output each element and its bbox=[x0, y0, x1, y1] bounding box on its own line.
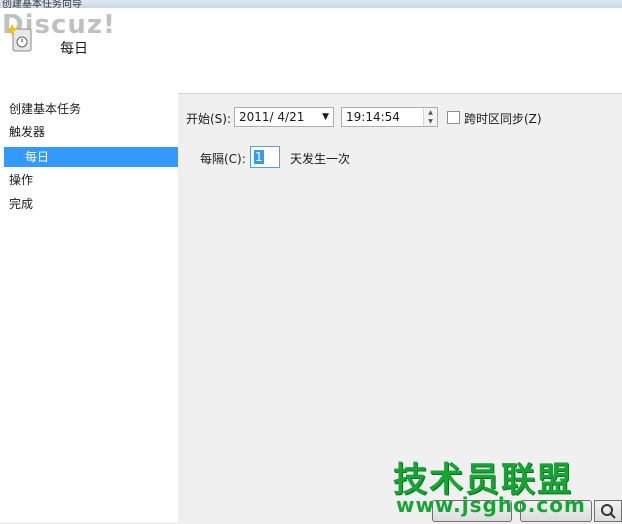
nav-item-daily[interactable]: 每日 bbox=[4, 147, 178, 167]
recur-suffix: 天发生一次 bbox=[290, 152, 351, 166]
start-date-picker[interactable]: 2011/ 4/21 ▼ bbox=[234, 107, 334, 127]
nav-item-trigger[interactable]: 触发器 bbox=[9, 122, 45, 142]
start-label: 开始(S): bbox=[186, 112, 232, 126]
time-spinner[interactable]: ▲ ▼ bbox=[423, 108, 437, 126]
chevron-down-icon[interactable]: ▼ bbox=[322, 108, 329, 126]
sync-timezone-checkbox[interactable] bbox=[447, 111, 460, 124]
task-scheduler-icon bbox=[6, 24, 32, 52]
nav-item-create-basic-task[interactable]: 创建基本任务 bbox=[9, 99, 81, 119]
start-time-input[interactable]: 19:14:54 ▲ ▼ bbox=[341, 107, 438, 127]
nav-item-daily-label: 每日 bbox=[25, 150, 50, 164]
search-icon[interactable] bbox=[594, 500, 622, 522]
start-time-value: 19:14:54 bbox=[346, 110, 400, 124]
wizard-header: Discuz! 每日 bbox=[0, 8, 622, 94]
nav-item-action[interactable]: 操作 bbox=[9, 170, 33, 190]
sync-timezone-label: 跨时区同步(Z) bbox=[464, 112, 542, 126]
site-watermark-url: www.jsgho.com bbox=[396, 493, 586, 517]
wizard-nav: 创建基本任务 触发器 每日 操作 完成 bbox=[4, 93, 178, 522]
window-titlebar: 创建基本任务向导 bbox=[0, 0, 622, 8]
window-title: 创建基本任务向导 bbox=[2, 0, 82, 8]
recur-days-value: 1 bbox=[254, 150, 264, 164]
recur-label: 每隔(C): bbox=[200, 152, 246, 166]
recur-days-input[interactable]: 1 bbox=[250, 146, 280, 168]
page-title: 每日 bbox=[60, 41, 88, 57]
nav-item-finish[interactable]: 完成 bbox=[9, 194, 33, 214]
start-date-value: 2011/ 4/21 bbox=[239, 110, 305, 124]
